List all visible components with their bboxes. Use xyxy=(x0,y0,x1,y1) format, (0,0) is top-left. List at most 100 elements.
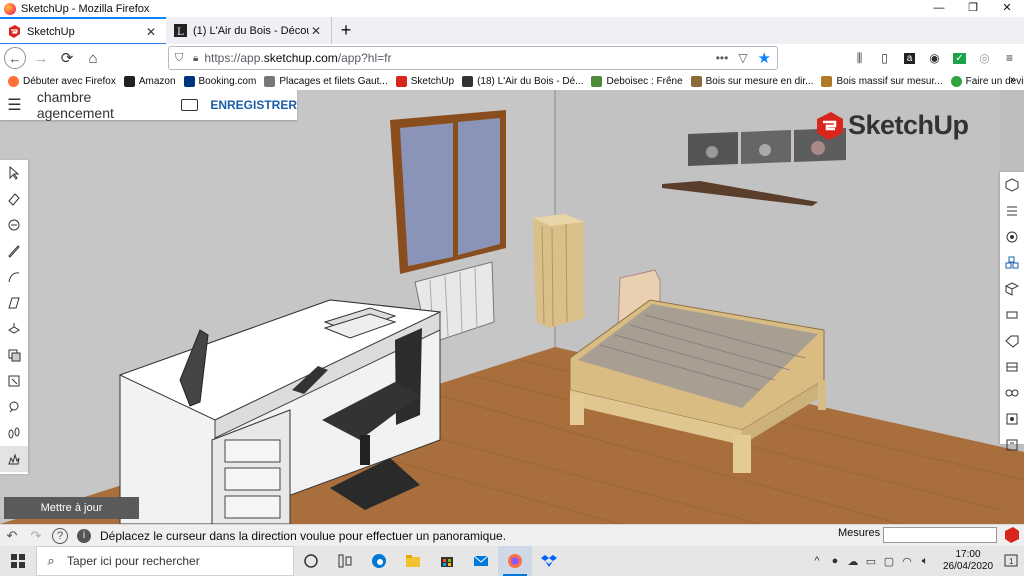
push-pull-icon[interactable] xyxy=(0,316,28,342)
pan-tool-icon[interactable] xyxy=(0,446,28,472)
taskbar-search[interactable]: ⌕ Taper ici pour rechercher xyxy=(36,546,294,576)
bookmark-item[interactable]: Bois massif sur mesur... xyxy=(821,75,943,87)
pocket-icon[interactable]: ▽ xyxy=(738,51,747,65)
undo-icon[interactable]: ↶ xyxy=(0,526,24,546)
pencil-tool-icon[interactable] xyxy=(0,238,28,264)
sync-extension-icon[interactable]: ◎ xyxy=(974,48,995,68)
close-tab-icon[interactable]: ✕ xyxy=(309,24,323,38)
task-view-icon[interactable] xyxy=(294,546,328,576)
tags-icon[interactable] xyxy=(1000,328,1024,354)
text-tool-icon[interactable] xyxy=(0,394,28,420)
bookmarks-overflow-button[interactable]: » xyxy=(1010,74,1016,86)
sketchup-viewport[interactable]: ☰ chambre agencement ENREGISTRER SketchU… xyxy=(0,90,1024,524)
sketchup-logo: SketchUp xyxy=(815,110,969,141)
home-button[interactable]: ⌂ xyxy=(80,45,106,71)
navigation-bar: ← → ⟳ ⌂ ⛉ 🔒︎ https://app.sketchup.com/ap… xyxy=(0,44,1024,72)
redo-icon[interactable]: ↷ xyxy=(24,526,48,546)
check-extension-icon[interactable]: ✓ xyxy=(949,48,970,68)
edge-browser-icon[interactable] xyxy=(362,546,396,576)
lock-icon[interactable]: 🔒︎ xyxy=(193,53,198,64)
back-button[interactable]: ← xyxy=(4,47,26,69)
forward-button[interactable]: → xyxy=(28,45,54,71)
onedrive-icon[interactable]: ☁ xyxy=(844,555,862,568)
dropbox-icon[interactable] xyxy=(532,546,566,576)
tracking-shield-icon[interactable]: ⛉ xyxy=(175,52,187,65)
bookmark-star-icon[interactable]: ★ xyxy=(758,49,771,67)
clover-icon xyxy=(950,75,962,87)
tray-overflow-icon[interactable]: ^ xyxy=(808,555,826,567)
help-icon[interactable]: ? xyxy=(48,526,72,546)
display-icon[interactable]: ▢ xyxy=(880,555,898,568)
new-tab-button[interactable]: + xyxy=(332,17,360,44)
outliner-icon[interactable] xyxy=(1000,432,1024,458)
clock[interactable]: 17:00 26/04/2020 xyxy=(938,549,998,573)
tape-measure-icon[interactable] xyxy=(0,368,28,394)
tab-lairdubois[interactable]: L (1) L'Air du Bois - Découvrez, fa ✕ xyxy=(166,17,332,44)
status-message: Déplacez le curseur dans la direction vo… xyxy=(100,528,507,543)
arc-tool-icon[interactable] xyxy=(0,264,28,290)
offset-tool-icon[interactable] xyxy=(0,342,28,368)
wifi-icon[interactable]: ◠ xyxy=(898,555,916,568)
bookmark-item[interactable]: Deboisec : Frêne xyxy=(591,75,683,87)
tab-strip: SketchUp ✕ L (1) L'Air du Bois - Découvr… xyxy=(0,17,1024,44)
reload-button[interactable]: ⟳ xyxy=(54,45,80,71)
page-actions-icon[interactable]: ••• xyxy=(716,51,729,65)
menu-icon[interactable]: ≡ xyxy=(999,48,1020,68)
info-icon[interactable]: i xyxy=(72,526,96,546)
notification-center-icon[interactable]: 1 xyxy=(998,546,1024,576)
tab-sketchup[interactable]: SketchUp ✕ xyxy=(0,17,166,44)
3d-warehouse-icon[interactable] xyxy=(1000,250,1024,276)
battery-icon[interactable]: ▭ xyxy=(862,555,880,568)
sketchup-logo-icon xyxy=(817,111,843,140)
library-icon[interactable]: ⫼ xyxy=(849,48,870,68)
window xyxy=(390,110,506,274)
select-tool-icon[interactable] xyxy=(0,160,28,186)
microsoft-store-icon[interactable] xyxy=(430,546,464,576)
firefox-taskbar-icon[interactable] xyxy=(498,546,532,576)
styles-icon[interactable] xyxy=(1000,276,1024,302)
sidebar-icon[interactable]: ▯ xyxy=(874,48,895,68)
close-tab-icon[interactable]: ✕ xyxy=(144,25,158,39)
materials-icon[interactable] xyxy=(1000,302,1024,328)
bookmark-item[interactable]: (18) L'Air du Bois - Dé... xyxy=(462,75,583,87)
save-button[interactable]: ENREGISTRER xyxy=(210,98,297,112)
document-name[interactable]: chambre agencement xyxy=(37,90,167,121)
file-explorer-icon[interactable] xyxy=(396,546,430,576)
solid-inspector-icon[interactable] xyxy=(1000,406,1024,432)
maximize-button[interactable]: ❐ xyxy=(956,0,990,17)
clock-date: 26/04/2020 xyxy=(942,561,994,572)
url-text[interactable]: https://app.sketchup.com/app?hl=fr xyxy=(204,51,715,65)
paint-bucket-icon[interactable] xyxy=(0,212,28,238)
bookmark-item[interactable]: SketchUp xyxy=(395,75,454,87)
account-icon[interactable]: ◉ xyxy=(924,48,945,68)
volume-icon[interactable]: 🔈︎ xyxy=(916,555,934,568)
bookmark-item[interactable]: Bois sur mesure en dir... xyxy=(690,75,813,87)
3d-room-scene[interactable] xyxy=(0,90,1024,524)
bookmark-item[interactable]: Booking.com xyxy=(183,75,256,87)
windows-start-button[interactable] xyxy=(0,546,36,576)
display-icon[interactable] xyxy=(1000,380,1024,406)
rectangle-tool-icon[interactable] xyxy=(0,290,28,316)
bookmark-item[interactable]: Placages et filets Gaut... xyxy=(264,75,388,87)
url-bar[interactable]: ⛉ 🔒︎ https://app.sketchup.com/app?hl=fr … xyxy=(168,46,778,70)
tray-app-icon[interactable]: ● xyxy=(826,555,844,567)
bookmark-item[interactable]: Amazon xyxy=(123,75,176,87)
amazon-extension-icon[interactable]: a xyxy=(899,48,920,68)
bookmark-item[interactable]: Débuter avec Firefox xyxy=(8,75,116,87)
sketchup-small-icon[interactable] xyxy=(1004,527,1020,543)
menu-icon[interactable]: ☰ xyxy=(0,95,29,115)
close-window-button[interactable]: ✕ xyxy=(990,0,1024,17)
sketchup-header: ☰ chambre agencement ENREGISTRER xyxy=(0,90,297,121)
components-icon[interactable] xyxy=(1000,224,1024,250)
eraser-tool-icon[interactable] xyxy=(0,186,28,212)
folder-icon[interactable] xyxy=(180,99,199,111)
entity-info-icon[interactable] xyxy=(1000,172,1024,198)
minimize-button[interactable]: — xyxy=(922,0,956,17)
scenes-icon[interactable] xyxy=(1000,354,1024,380)
update-button[interactable]: Mettre à jour xyxy=(4,497,139,519)
instructor-icon[interactable] xyxy=(1000,198,1024,224)
walk-tool-icon[interactable] xyxy=(0,420,28,446)
mail-icon[interactable] xyxy=(464,546,498,576)
task-manager-icon[interactable] xyxy=(328,546,362,576)
measures-input[interactable] xyxy=(883,527,997,543)
